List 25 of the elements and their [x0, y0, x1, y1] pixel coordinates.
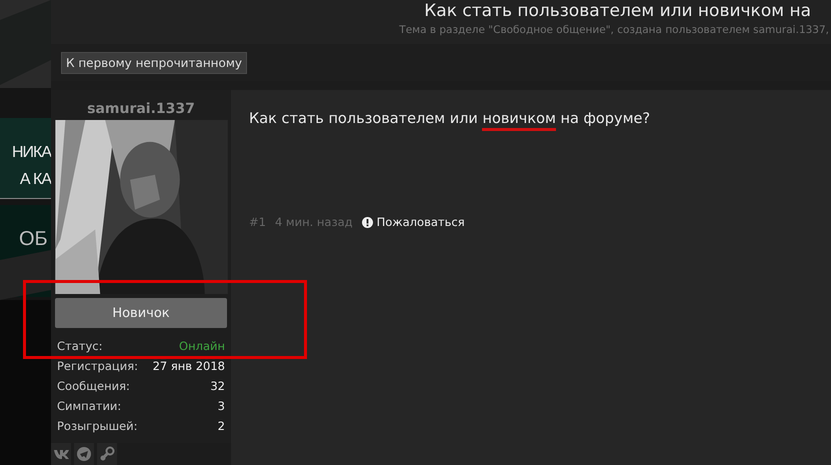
stat-label: Статус:	[57, 338, 102, 355]
stat-value: 2	[218, 418, 225, 435]
vk-icon[interactable]	[51, 443, 71, 465]
unread-button[interactable]: К первому непрочитанному	[61, 52, 248, 74]
stat-value: 27 янв 2018	[152, 358, 225, 375]
stat-label: Сообщения:	[57, 378, 130, 395]
stat-label: Симпатии:	[57, 398, 122, 415]
banner-text: ОБ	[19, 229, 49, 249]
thread-subtitle: Тема в разделе "Свободное общение", создана пользователем samurai.1337,	[398, 23, 830, 38]
post-number[interactable]: #1	[249, 215, 266, 229]
online-status: Онлайн	[179, 338, 225, 355]
post-text: Как стать пользователем или новичком на форуме?	[249, 108, 813, 130]
username[interactable]: samurai.1337	[51, 100, 231, 120]
paper-plane-icon[interactable]	[74, 443, 94, 465]
report-link[interactable]: Пожаловаться	[362, 215, 465, 229]
post-time[interactable]: 4 мин. назад	[274, 215, 353, 229]
stat-value: 32	[210, 378, 225, 395]
stat-value: 3	[218, 398, 225, 415]
thread-title: Как стать пользователем или новичком на	[423, 0, 812, 22]
banner-text: НИКА	[12, 144, 51, 160]
rank-button[interactable]: Новичок	[55, 298, 227, 328]
stat-label: Регистрация:	[57, 358, 138, 375]
alert-icon	[362, 216, 373, 228]
stat-label: Розыгрышей:	[57, 418, 138, 435]
banner-text: А КА	[20, 172, 51, 188]
